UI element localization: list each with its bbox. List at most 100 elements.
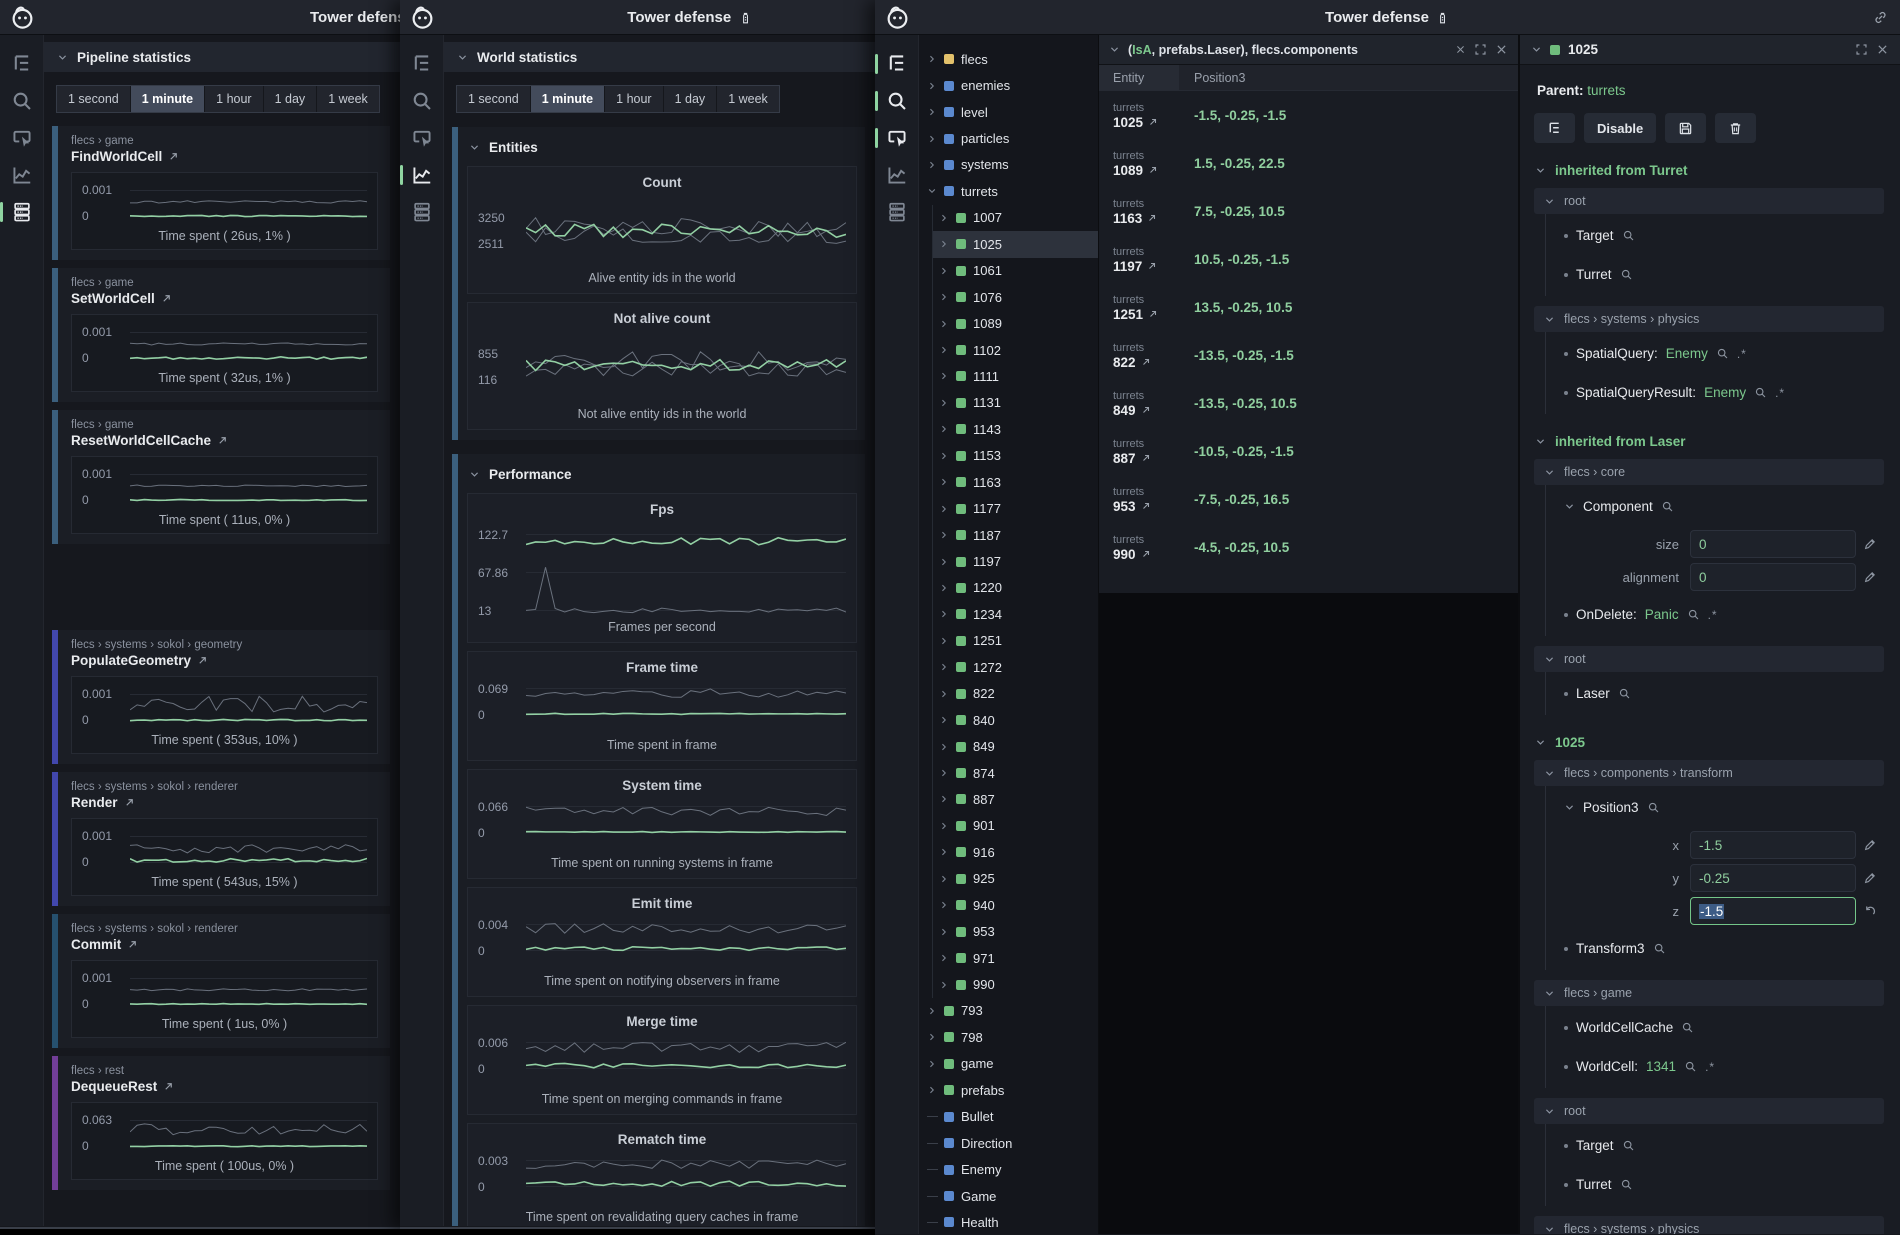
close-panel-icon[interactable] [1876,43,1889,56]
chevron-down-icon[interactable] [1109,44,1120,55]
entity-id-link[interactable]: 953 [1113,499,1179,514]
tree-item-1220[interactable]: 1220 [933,575,1098,601]
tree-item-1076[interactable]: 1076 [933,284,1098,310]
field-input-size[interactable]: 0 [1690,530,1856,558]
sidebar-tab-inspector[interactable] [11,127,33,149]
delete-button[interactable] [1715,113,1756,143]
item-value-link[interactable]: Panic [1645,607,1679,622]
entity-id-link[interactable]: 1089 [1113,163,1179,178]
group-header[interactable]: root [1534,188,1884,214]
group-header[interactable]: flecs › systems › physics [1534,1216,1884,1234]
tree-expand-icon[interactable] [927,1059,937,1069]
entity-id-link[interactable]: 1163 [1113,211,1179,226]
tree-expand-icon[interactable] [939,319,949,329]
tree-item-enemies[interactable]: enemies [919,72,1098,98]
edit-button[interactable] [1856,537,1884,551]
sidebar-tab-tree[interactable] [411,53,433,75]
tree-expand-icon[interactable] [939,980,949,990]
tree-expand-icon[interactable] [927,1006,937,1016]
tree-expand-icon[interactable] [939,239,949,249]
tree-item-1187[interactable]: 1187 [933,522,1098,548]
tree-item-822[interactable]: 822 [933,681,1098,707]
tree-item-particles[interactable]: particles [919,125,1098,151]
time-range-tab[interactable]: 1 day [264,86,318,112]
tree-item-systems[interactable]: systems [919,152,1098,178]
tree-item-1197[interactable]: 1197 [933,548,1098,574]
tree-expand-icon[interactable] [927,160,937,170]
group-header[interactable]: flecs › game [1534,980,1884,1006]
item-value-link[interactable]: Enemy [1666,346,1708,361]
close-panel-icon[interactable] [1495,43,1508,56]
tree-item-1025[interactable]: 1025 [933,231,1098,257]
tree-item-1177[interactable]: 1177 [933,495,1098,521]
section-title-inheritedfromTurret[interactable]: inherited from Turret [1535,163,1884,178]
sidebar-tab-search[interactable] [11,90,33,112]
expand-panel-icon[interactable] [1855,43,1868,56]
tree-expand-icon[interactable] [939,345,949,355]
undo-button[interactable] [1856,904,1884,918]
group-header[interactable]: flecs › core [1534,459,1884,485]
tree-expand-icon[interactable] [927,54,937,64]
tree-item-1163[interactable]: 1163 [933,469,1098,495]
tree-item-1234[interactable]: 1234 [933,601,1098,627]
query-expression[interactable]: (IsA, prefabs.Laser), flecs.components [1128,42,1447,57]
section-title-1025[interactable]: 1025 [1535,735,1884,750]
tree-item-Bullet[interactable]: Bullet [919,1104,1098,1130]
tree-item-prefabs[interactable]: prefabs [919,1077,1098,1103]
time-range-tab[interactable]: 1 week [717,86,779,112]
tree-expand-icon[interactable] [939,662,949,672]
system-name-link[interactable]: Commit [71,937,378,952]
magnifier-icon[interactable] [1622,1139,1635,1152]
tree-expand-icon[interactable] [939,557,949,567]
field-input-x[interactable]: -1.5 [1690,831,1856,859]
entity-id-link[interactable]: 849 [1113,403,1179,418]
time-range-tab[interactable]: 1 second [457,86,531,112]
group-header[interactable]: root [1534,646,1884,672]
time-range-tab[interactable]: 1 minute [531,86,605,112]
sidebar-tab-search[interactable] [886,90,908,112]
magnifier-icon[interactable] [1653,942,1666,955]
item-value-link[interactable]: 1341 [1646,1059,1676,1074]
tree-expand-icon[interactable] [939,213,949,223]
section-header[interactable]: Performance [469,467,857,482]
group-header[interactable]: flecs › systems › physics [1534,306,1884,332]
time-range-tab[interactable]: 1 hour [205,86,263,112]
tree-expand-icon[interactable] [939,266,949,276]
system-name-link[interactable]: FindWorldCell [71,149,378,164]
tree-expand-icon[interactable] [939,821,949,831]
tree-item-level[interactable]: level [919,99,1098,125]
tree-item-953[interactable]: 953 [933,918,1098,944]
sidebar-tab-stats[interactable] [11,201,33,223]
system-name-link[interactable]: Render [71,795,378,810]
magnifier-icon[interactable] [1620,268,1633,281]
tree-item-game[interactable]: game [919,1051,1098,1077]
tree-expand-icon[interactable] [939,583,949,593]
save-button[interactable] [1665,113,1706,143]
tree-item-971[interactable]: 971 [933,945,1098,971]
entity-id-link[interactable]: 822 [1113,355,1179,370]
sidebar-tab-chart[interactable] [11,164,33,186]
magnifier-icon[interactable] [1618,687,1631,700]
tree-item-849[interactable]: 849 [933,733,1098,759]
clear-query-icon[interactable] [1455,44,1466,55]
tree-item-874[interactable]: 874 [933,760,1098,786]
magnifier-icon[interactable] [1687,608,1700,621]
chevron-down-icon[interactable] [1564,501,1575,512]
parent-link[interactable]: turrets [1587,83,1625,98]
panel-header-pipeline-statistics[interactable]: Pipeline statistics [44,42,400,72]
section-header[interactable]: Entities [469,140,857,155]
chevron-down-icon[interactable] [1531,44,1542,55]
tree-item-Enemy[interactable]: Enemy [919,1156,1098,1182]
share-link-icon[interactable] [1873,10,1888,25]
tree-expand-icon[interactable] [939,927,949,937]
tree-expand-icon[interactable] [939,451,949,461]
tree-expand-icon[interactable] [939,398,949,408]
expand-panel-icon[interactable] [1474,43,1487,56]
entity-id-link[interactable]: 1251 [1113,307,1179,322]
tree-expand-icon[interactable] [939,874,949,884]
system-name-link[interactable]: SetWorldCell [71,291,378,306]
time-range-tab[interactable]: 1 hour [605,86,663,112]
tree-expand-icon[interactable] [939,715,949,725]
tree-item-flecs[interactable]: flecs [919,46,1098,72]
group-header[interactable]: flecs › components › transform [1534,760,1884,786]
